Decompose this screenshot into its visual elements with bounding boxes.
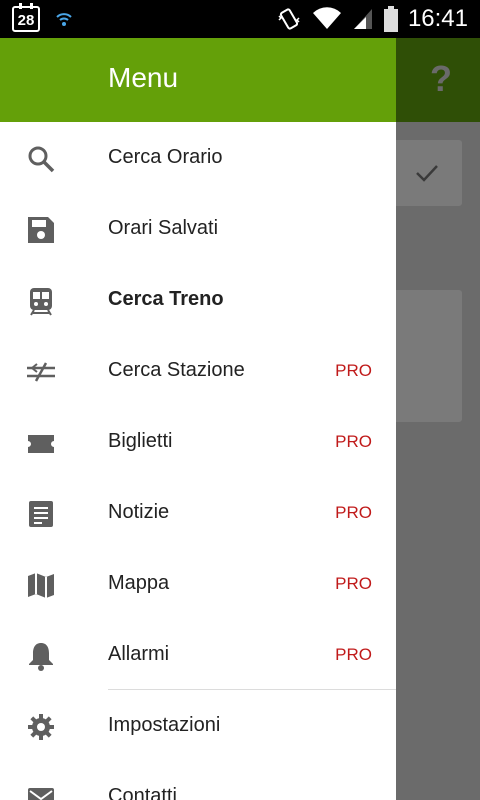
menu-item-label: Orari Salvati <box>108 217 219 239</box>
pro-badge: PRO <box>335 361 372 380</box>
pro-badge: PRO <box>335 645 372 664</box>
menu-item-label: Mappa <box>108 572 170 594</box>
calendar-day: 28 <box>17 12 35 29</box>
gear-icon <box>28 714 54 740</box>
menu-item-mappa[interactable]: Mappa PRO <box>0 548 396 619</box>
navigation-drawer: Menu Cerca Orario Orari Salvati Cerca Tr… <box>0 38 396 800</box>
bell-icon <box>29 643 53 671</box>
menu-item-label: Impostazioni <box>108 714 221 736</box>
news-icon <box>29 501 53 527</box>
menu-item-label: Cerca Treno <box>108 288 224 310</box>
wifi-icon <box>312 7 341 29</box>
menu-item-orari-salvati[interactable]: Orari Salvati <box>0 193 396 264</box>
pro-badge: PRO <box>335 432 372 451</box>
ticket-icon <box>28 435 54 453</box>
pro-badge: PRO <box>335 574 372 593</box>
menu-item-impostazioni[interactable]: Impostazioni <box>0 690 396 761</box>
train-icon <box>30 288 52 316</box>
battery-icon <box>383 6 398 32</box>
menu-item-label: Allarmi <box>108 643 170 665</box>
help-icon[interactable]: ? <box>430 58 452 100</box>
drawer-title: Menu <box>108 62 179 93</box>
menu-item-label: Contatti <box>108 785 177 800</box>
menu-item-notizie[interactable]: Notizie PRO <box>0 477 396 548</box>
check-icon <box>416 165 438 182</box>
menu-item-cerca-treno[interactable]: Cerca Treno <box>0 264 396 335</box>
pro-badge: PRO <box>335 503 372 522</box>
menu-item-label: Biglietti <box>108 430 173 452</box>
clock: 16:41 <box>407 5 468 32</box>
menu-item-cerca-orario[interactable]: Cerca Orario <box>0 122 396 193</box>
menu-item-biglietti[interactable]: Biglietti PRO <box>0 406 396 477</box>
wifi-signal-icon <box>56 13 72 26</box>
status-bar: 28 16:41 <box>0 0 480 38</box>
drawer-header: Menu <box>0 38 396 122</box>
menu-item-cerca-stazione[interactable]: Cerca Stazione PRO <box>0 335 396 406</box>
search-icon <box>28 146 55 173</box>
map-icon <box>28 573 54 598</box>
cell-signal-icon <box>353 9 372 29</box>
menu-item-label: Cerca Orario <box>108 146 223 168</box>
menu-item-allarmi[interactable]: Allarmi PRO <box>0 619 396 690</box>
mail-icon <box>28 788 54 800</box>
menu-item-label: Cerca Stazione <box>108 359 245 381</box>
calendar-icon: 28 <box>12 3 40 32</box>
menu-item-label: Notizie <box>108 501 170 523</box>
menu-item-contatti[interactable]: Contatti <box>0 761 396 800</box>
station-icon <box>27 362 55 382</box>
save-icon <box>28 217 54 243</box>
vibrate-icon <box>278 8 300 30</box>
